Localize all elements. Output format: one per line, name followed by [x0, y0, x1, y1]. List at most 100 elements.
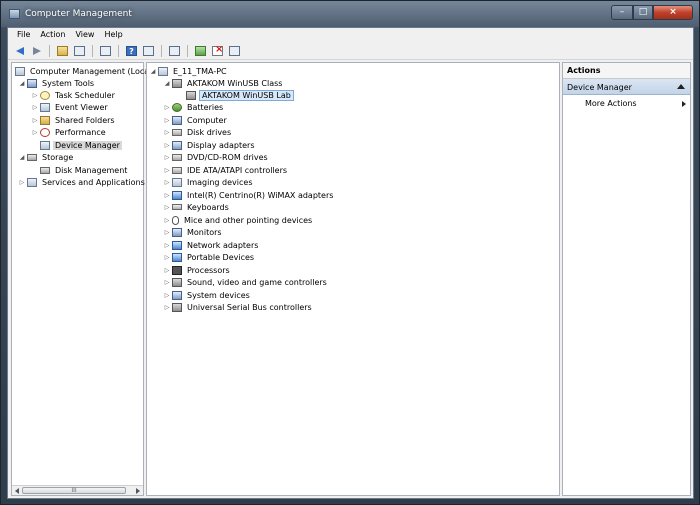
tree-item-task-scheduler[interactable]: ▷ Task Scheduler [31, 89, 117, 101]
minimize-button[interactable]: – [611, 5, 633, 20]
maximize-button[interactable]: □ [633, 5, 653, 20]
device-manager-icon [40, 140, 50, 150]
uninstall-button[interactable] [210, 44, 225, 58]
update-driver-button[interactable] [193, 44, 208, 58]
device-category[interactable]: ▷ Disk drives [163, 126, 233, 138]
forward-button[interactable] [29, 44, 44, 58]
menu-file[interactable]: File [12, 28, 35, 42]
actions-section-device-manager[interactable]: Device Manager [563, 79, 690, 95]
menu-action[interactable]: Action [35, 28, 70, 42]
tree-label: Mice and other pointing devices [184, 215, 313, 225]
device-category[interactable]: ▷ Sound, video and game controllers [163, 276, 329, 288]
update-driver-icon [195, 45, 206, 56]
device-category[interactable]: ▷ IDE ATA/ATAPI controllers [163, 164, 289, 176]
expand-icon[interactable]: ▷ [163, 129, 171, 136]
expand-icon[interactable]: ▷ [31, 129, 39, 136]
device-category-aktakom[interactable]: ◢ AKTAKOM WinUSB Class [163, 77, 284, 89]
usb-device-icon [186, 90, 196, 100]
expand-icon[interactable]: ▷ [163, 192, 171, 199]
expand-icon[interactable]: ▷ [163, 217, 171, 224]
expand-icon[interactable]: ▷ [163, 267, 171, 274]
menu-help[interactable]: Help [99, 28, 127, 42]
expand-icon[interactable]: ▷ [31, 117, 39, 124]
device-category[interactable]: ▷ Display adapters [163, 139, 257, 151]
device-category[interactable]: ▷ System devices [163, 289, 252, 301]
device-category[interactable]: ▷ Processors [163, 264, 232, 276]
device-tree-root[interactable]: ◢ E_11_TMA-PC [149, 65, 229, 77]
expand-icon[interactable]: ▷ [31, 92, 39, 99]
show-hide-tree-button[interactable] [72, 44, 87, 58]
show-action-pane-button[interactable] [141, 44, 156, 58]
expand-icon[interactable]: ▷ [163, 304, 171, 311]
actions-section-label: Device Manager [567, 83, 632, 92]
expand-icon[interactable]: ▷ [163, 229, 171, 236]
expand-icon[interactable]: ▷ [163, 154, 171, 161]
device-category[interactable]: ▷ Batteries [163, 101, 225, 113]
tree-item-shared-folders[interactable]: ▷ Shared Folders [31, 114, 117, 126]
help-button[interactable]: ? [124, 44, 139, 58]
scroll-left-icon[interactable] [15, 488, 19, 494]
submenu-arrow-icon[interactable] [682, 101, 686, 107]
device-category[interactable]: ▷ Keyboards [163, 201, 231, 213]
more-actions-link[interactable]: More Actions [585, 99, 637, 108]
tree-item-device-manager[interactable]: Device Manager [39, 139, 122, 151]
expand-icon[interactable]: ▷ [163, 142, 171, 149]
scroll-right-icon[interactable] [136, 488, 140, 494]
expand-icon[interactable]: ▷ [163, 292, 171, 299]
collapse-icon[interactable]: ◢ [18, 154, 26, 161]
tree-item-performance[interactable]: ▷ Performance [31, 126, 108, 138]
tree-item-storage[interactable]: ◢ Storage [18, 151, 75, 163]
device-category[interactable]: ▷ Mice and other pointing devices [163, 214, 314, 226]
tree-item-disk-management[interactable]: Disk Management [39, 164, 129, 176]
collapse-icon[interactable]: ◢ [18, 80, 26, 87]
device-tree-pane[interactable]: ◢ E_11_TMA-PC ◢ AKTAKOM WinUSB Class AKT… [146, 62, 560, 496]
toolbar-separator [118, 44, 119, 57]
expand-icon[interactable]: ▷ [163, 117, 171, 124]
collapse-icon[interactable]: ◢ [163, 80, 171, 87]
back-button[interactable] [12, 44, 27, 58]
expand-icon[interactable]: ▷ [163, 242, 171, 249]
imaging-device-icon [172, 177, 182, 187]
tree-item-system-tools[interactable]: ◢ System Tools [18, 77, 96, 89]
expand-icon[interactable]: ▷ [163, 179, 171, 186]
expand-icon[interactable]: ▷ [18, 179, 26, 186]
title-bar[interactable]: Computer Management – □ × [1, 1, 699, 27]
device-category[interactable]: ▷ Monitors [163, 226, 224, 238]
expand-icon[interactable]: ▷ [163, 204, 171, 211]
properties-icon [100, 45, 111, 56]
collapse-up-icon[interactable] [677, 84, 685, 89]
collapse-icon[interactable]: ◢ [149, 68, 157, 75]
action-pane-icon [143, 45, 154, 56]
device-aktakom-lab[interactable]: AKTAKOM WinUSB Lab [185, 89, 294, 101]
tree-item-services-applications[interactable]: ▷ Services and Applications [18, 176, 147, 188]
scan-hardware-button[interactable] [167, 44, 182, 58]
device-category[interactable]: ▷ Network adapters [163, 239, 260, 251]
disable-button[interactable] [227, 44, 242, 58]
expand-icon[interactable]: ▷ [163, 104, 171, 111]
expand-icon[interactable]: ▷ [163, 254, 171, 261]
tree-label: Performance [55, 127, 106, 137]
device-category[interactable]: ▷ Intel(R) Centrino(R) WiMAX adapters [163, 189, 335, 201]
expand-icon[interactable]: ▷ [163, 167, 171, 174]
device-category[interactable]: ▷ Imaging devices [163, 176, 255, 188]
device-category[interactable]: ▷ Universal Serial Bus controllers [163, 301, 314, 313]
toolbar: ? [8, 42, 693, 60]
console-tree-pane[interactable]: Computer Management (Local ◢ System Tool… [11, 62, 151, 496]
tree-item-root[interactable]: Computer Management (Local [14, 65, 153, 77]
properties-button[interactable] [98, 44, 113, 58]
menu-view[interactable]: View [70, 28, 99, 42]
tree-label: Computer [187, 115, 227, 125]
system-tools-icon [27, 78, 37, 88]
horizontal-scrollbar[interactable]: III [12, 485, 143, 495]
usb-controller-icon [172, 302, 182, 312]
device-category[interactable]: ▷ Portable Devices [163, 251, 256, 263]
device-category[interactable]: ▷ DVD/CD-ROM drives [163, 151, 270, 163]
device-category[interactable]: ▷ Computer [163, 114, 229, 126]
expand-icon[interactable]: ▷ [31, 104, 39, 111]
up-folder-button[interactable] [55, 44, 70, 58]
close-button[interactable]: × [653, 5, 693, 20]
scrollbar-thumb[interactable]: III [22, 487, 126, 494]
expand-icon[interactable]: ▷ [163, 279, 171, 286]
tree-label: Device Manager [53, 140, 122, 150]
tree-item-event-viewer[interactable]: ▷ Event Viewer [31, 101, 110, 113]
